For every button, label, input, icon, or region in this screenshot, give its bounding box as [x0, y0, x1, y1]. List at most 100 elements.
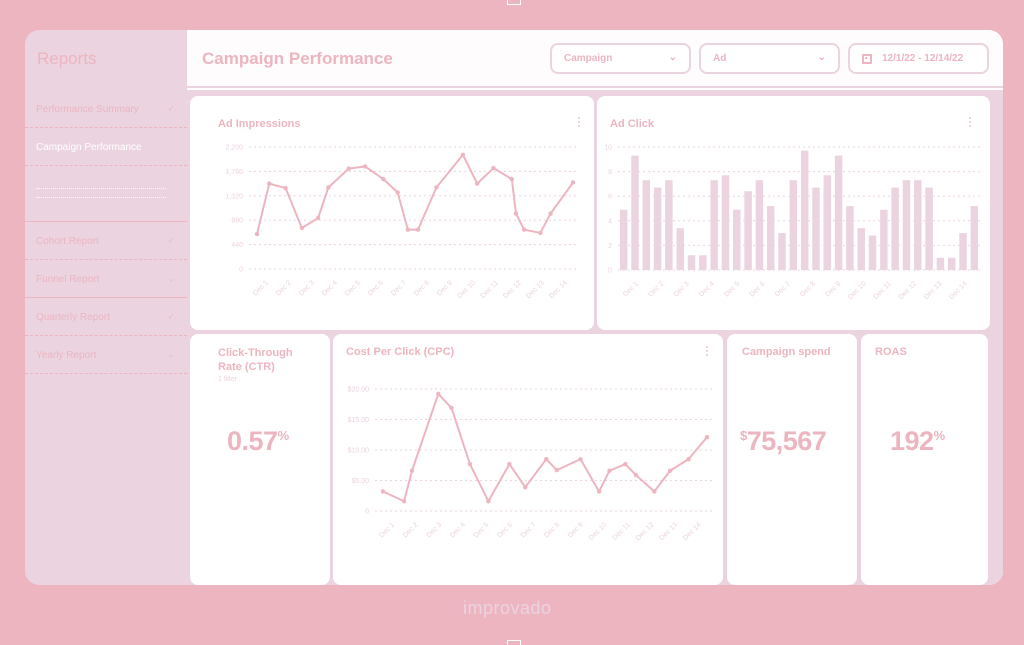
y-tick-label: 0: [365, 509, 369, 516]
x-tick-label: Dec 2: [402, 521, 420, 539]
data-point: [267, 181, 272, 186]
x-tick-label: Dec 3: [425, 521, 443, 539]
bar: [936, 257, 945, 270]
data-point: [486, 499, 491, 504]
card-title: Campaign spend: [742, 346, 831, 358]
bar: [766, 206, 775, 270]
y-tick-label: 10: [604, 145, 612, 152]
sidebar-item-cohort-report[interactable]: Cohort Report ✓: [25, 222, 187, 260]
data-point: [538, 230, 543, 236]
bar: [665, 180, 673, 270]
x-tick-label: Dec 5: [473, 521, 491, 539]
data-point: [704, 434, 710, 440]
card-title: Click-Through Rate (CTR): [218, 346, 293, 374]
x-tick-label: Dec 14: [548, 279, 569, 300]
sidebar-item-label: Performance Summary: [36, 103, 139, 115]
data-point: [362, 164, 368, 169]
x-tick-label: Dec 10: [456, 279, 477, 300]
check-icon: ✓: [167, 311, 175, 322]
campaign-select[interactable]: Campaign ⌄: [550, 43, 691, 74]
sidebar-title: Reports: [37, 49, 97, 68]
data-point: [652, 489, 657, 494]
chevron-down-icon: ⌄: [167, 349, 175, 360]
data-point: [283, 185, 288, 191]
x-tick-label: Dec 10: [588, 521, 609, 542]
ad-select[interactable]: Ad ⌄: [699, 43, 840, 74]
data-point: [554, 467, 560, 473]
x-tick-label: Dec 1: [252, 279, 270, 297]
sidebar-item-obscured[interactable]: [25, 166, 187, 222]
cpc-card: Cost Per Click (CPC) 0 $5.00 $10.00 $15.00 $…: [333, 334, 723, 585]
calendar-icon: [862, 53, 872, 64]
data-point: [380, 489, 386, 494]
chevron-down-icon: ⌄: [668, 52, 677, 63]
ctr-number: 0.57: [227, 426, 278, 456]
x-tick-label: Dec 7: [774, 280, 792, 298]
y-tick-label: 1,760: [225, 169, 243, 176]
data-point: [513, 211, 519, 216]
data-point: [570, 180, 576, 185]
sidebar-item-yearly-report[interactable]: Yearly Report ⌄: [25, 336, 187, 374]
y-tick-label: 6: [608, 194, 612, 201]
chevron-down-icon: ⌄: [167, 273, 175, 284]
date-range-picker[interactable]: 12/1/22 - 12/14/22: [848, 43, 989, 74]
x-tick-label: Dec 6: [367, 279, 385, 297]
bar: [710, 180, 718, 270]
x-tick-label: Dec 8: [413, 279, 431, 297]
bar: [891, 187, 899, 270]
roas-number: 192: [890, 426, 934, 456]
bar: [733, 209, 741, 270]
data-point: [467, 461, 473, 467]
chevron-down-icon: ⌄: [817, 52, 826, 63]
data-point: [509, 176, 515, 182]
data-point: [381, 176, 386, 182]
app-window: Reports Performance Summary ✓ Campaign P…: [25, 30, 1003, 585]
y-tick-label: $10.00: [348, 448, 370, 455]
data-point: [434, 185, 439, 190]
sidebar-item-performance-summary[interactable]: Performance Summary ✓: [25, 90, 187, 128]
data-point: [578, 456, 583, 462]
x-tick-label: Dec 6: [749, 280, 767, 298]
bar: [959, 233, 967, 270]
x-tick-label: Dec 8: [799, 280, 817, 298]
sidebar-item-label: Yearly Report: [36, 349, 97, 361]
x-tick-label: Dec 13: [525, 279, 546, 300]
data-point: [607, 468, 612, 473]
series-line: [256, 153, 574, 235]
date-range-value: 12/1/22 - 12/14/22: [882, 53, 964, 64]
page-title: Campaign Performance: [202, 49, 393, 68]
x-tick-label: Dec 1: [622, 280, 640, 298]
improvado-logo: improvado: [463, 598, 552, 618]
x-tick-label: Dec 14: [948, 280, 969, 301]
y-tick-label: $5.00: [351, 478, 369, 485]
ad-click-chart: 0 2 4 6 8 10 Dec 1 Dec 2 Dec 3 Dec 4 Dec 5 Dec 6 Dec…: [604, 145, 980, 301]
x-tick-label: Dec 12: [898, 280, 919, 301]
data-point: [395, 190, 400, 195]
header: Campaign Performance Campaign ⌄ Ad ⌄ 12/…: [187, 30, 1003, 88]
bar: [642, 180, 651, 270]
expand-icon[interactable]: [507, 0, 521, 5]
card-title-line: Rate (CTR): [218, 361, 275, 373]
sidebar-item-quarterly-report[interactable]: Quarterly Report ✓: [25, 298, 187, 336]
percent-sign: %: [277, 428, 290, 443]
sidebar-list: Performance Summary ✓ Campaign Performan…: [25, 90, 187, 374]
data-point: [254, 231, 260, 237]
x-tick-label: Dec 9: [824, 280, 842, 298]
bar: [687, 255, 696, 270]
sidebar-item-label: Campaign Performance: [36, 141, 142, 153]
x-tick-label: Dec 11: [480, 279, 500, 299]
x-tick-label: Dec 2: [647, 280, 665, 298]
filter-count: 1 filter: [218, 376, 238, 383]
x-tick-label: Dec 9: [436, 279, 454, 297]
bar: [868, 235, 877, 270]
bar: [744, 191, 752, 270]
x-tick-label: Dec 11: [612, 521, 632, 541]
data-point: [409, 468, 415, 473]
data-point: [460, 152, 466, 157]
bar: [970, 206, 979, 270]
sidebar-item-campaign-performance[interactable]: Campaign Performance: [25, 128, 187, 166]
sidebar-item-funnel-report[interactable]: Funnel Report ⌄: [25, 260, 187, 298]
sidebar: Reports Performance Summary ✓ Campaign P…: [25, 30, 187, 585]
campaign-spend-card: Campaign spend $75,567: [727, 334, 857, 585]
collapse-icon[interactable]: [507, 640, 521, 645]
